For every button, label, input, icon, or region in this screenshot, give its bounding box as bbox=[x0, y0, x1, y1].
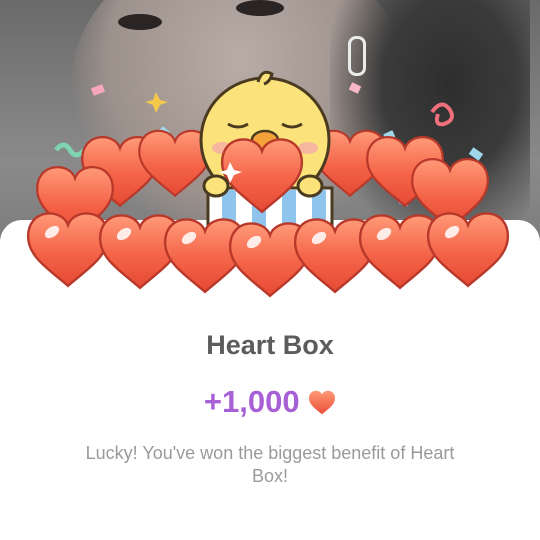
reward-amount-row: +1,000 bbox=[0, 384, 540, 420]
reward-message: Lucky! You've won the biggest benefit of… bbox=[85, 443, 455, 486]
reward-amount: +1,000 bbox=[203, 384, 300, 419]
dialog-title: Heart Box bbox=[206, 330, 334, 360]
heart-box-illustration bbox=[26, 70, 510, 298]
heart-icon bbox=[309, 390, 336, 415]
